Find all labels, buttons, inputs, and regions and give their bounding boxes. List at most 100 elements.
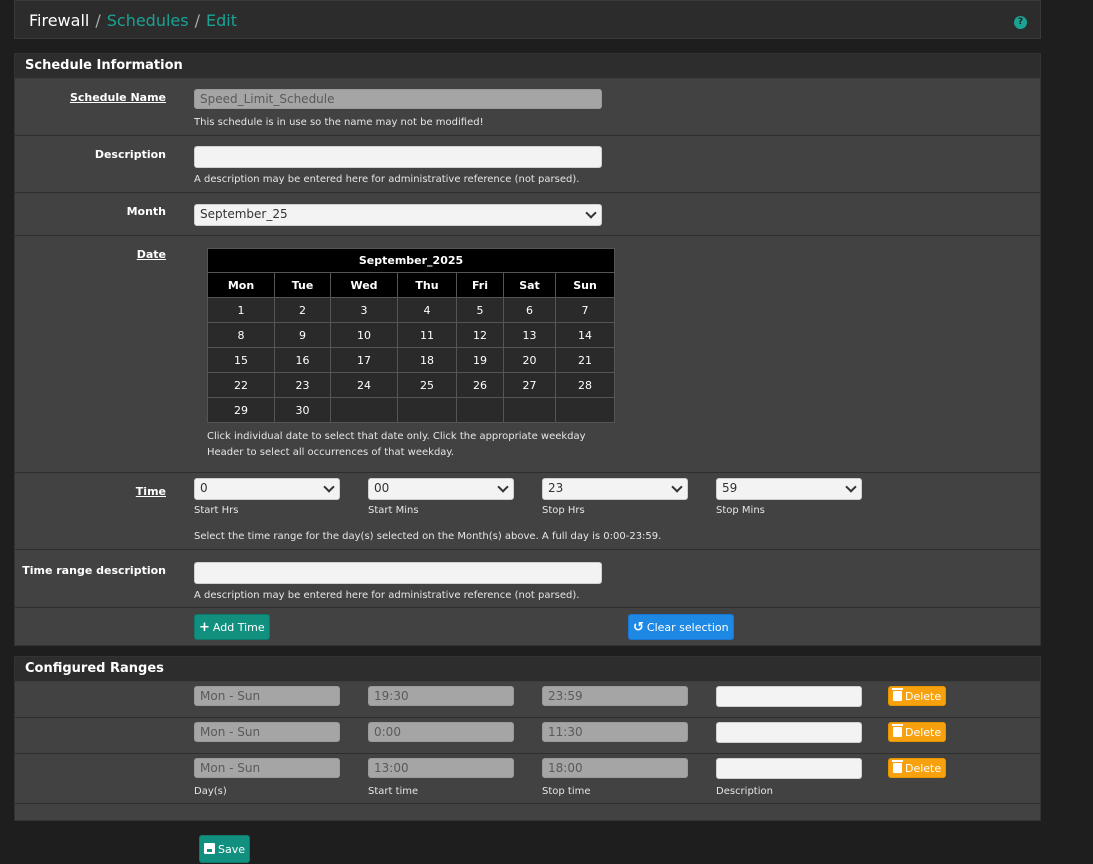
delete-range-button[interactable]: Delete	[888, 722, 947, 742]
calendar-day[interactable]: 22	[207, 372, 275, 398]
weekday-header-mon[interactable]: Mon	[207, 272, 275, 298]
clear-selection-button[interactable]: ↺ Clear selection	[628, 614, 734, 640]
calendar-day[interactable]: 17	[330, 347, 398, 373]
calendar-day[interactable]: 30	[274, 397, 331, 423]
calendar-day[interactable]: 10	[330, 322, 398, 348]
calendar-day[interactable]: 2	[274, 297, 331, 323]
schedule-name-input: Speed_Limit_Schedule	[194, 89, 602, 109]
calendar-day[interactable]: 24	[330, 372, 398, 398]
schedule-name-row: Schedule Name Speed_Limit_Schedule This …	[15, 79, 1040, 136]
calendar-day[interactable]: 7	[555, 297, 615, 323]
stop-hrs-caption: Stop Hrs	[542, 505, 585, 516]
configured-ranges-panel: Configured Ranges Mon - Sun 19:30 23:59 …	[14, 656, 1041, 821]
weekday-header-thu[interactable]: Thu	[397, 272, 457, 298]
weekday-header-fri[interactable]: Fri	[456, 272, 504, 298]
calendar-day[interactable]: 18	[397, 347, 457, 373]
calendar-day[interactable]: 28	[555, 372, 615, 398]
weekday-header-wed[interactable]: Wed	[330, 272, 398, 298]
calendar-week: 15 16 17 18 19 20 21	[207, 347, 615, 373]
calendar-day[interactable]: 4	[397, 297, 457, 323]
question-icon[interactable]: ?	[1014, 16, 1027, 29]
calendar-day[interactable]: 1	[207, 297, 275, 323]
add-time-label: Add Time	[212, 621, 265, 634]
breadcrumb-firewall: Firewall	[29, 11, 90, 30]
stop-mins-select[interactable]: 59	[716, 478, 862, 500]
breadcrumb-separator: /	[194, 11, 200, 30]
calendar-day[interactable]: 29	[207, 397, 275, 423]
description-column-caption: Description	[716, 786, 773, 797]
start-time-column-caption: Start time	[368, 786, 419, 797]
month-select-value: September_25	[200, 207, 288, 221]
calendar-day[interactable]: 16	[274, 347, 331, 373]
start-hrs-select[interactable]: 0	[194, 478, 340, 500]
delete-range-button[interactable]: Delete	[888, 686, 947, 706]
calendar-day[interactable]: 8	[207, 322, 275, 348]
breadcrumb-edit-link[interactable]: Edit	[206, 11, 237, 30]
calendar-table: September_2025 Mon Tue Wed Thu Fri Sat S…	[207, 248, 615, 423]
range-description-input[interactable]	[716, 722, 862, 743]
calendar-day[interactable]: 27	[503, 372, 556, 398]
clear-selection-label: Clear selection	[646, 621, 729, 634]
month-row: Month September_25	[15, 193, 1040, 236]
start-mins-select[interactable]: 00	[368, 478, 514, 500]
breadcrumb-schedules-link[interactable]: Schedules	[107, 11, 189, 30]
calendar-day[interactable]: 13	[503, 322, 556, 348]
start-mins-caption: Start Mins	[368, 505, 419, 516]
time-actions-row: + Add Time ↺ Clear selection	[15, 608, 1040, 646]
time-range-description-input[interactable]	[194, 562, 602, 584]
calendar-day[interactable]: 6	[503, 297, 556, 323]
calendar-day[interactable]: 3	[330, 297, 398, 323]
stop-hrs-select[interactable]: 23	[542, 478, 688, 500]
calendar-day[interactable]: 12	[456, 322, 504, 348]
calendar-day[interactable]: 21	[555, 347, 615, 373]
calendar-day[interactable]: 15	[207, 347, 275, 373]
range-days-input: Mon - Sun	[194, 686, 340, 706]
calendar-day[interactable]: 23	[274, 372, 331, 398]
save-button[interactable]: Save	[199, 835, 251, 863]
calendar-day[interactable]: 25	[397, 372, 457, 398]
calendar-day[interactable]: 26	[456, 372, 504, 398]
delete-range-button[interactable]: Delete	[888, 758, 947, 778]
calendar-day[interactable]: 11	[397, 322, 457, 348]
breadcrumb: Firewall / Schedules / Edit	[29, 11, 237, 30]
calendar-day[interactable]: 5	[456, 297, 504, 323]
trash-icon	[892, 760, 903, 773]
range-description-input[interactable]	[716, 758, 862, 779]
range-stop-input: 18:00	[542, 758, 688, 778]
stop-hrs-value: 23	[548, 481, 564, 495]
trash-icon	[892, 688, 903, 701]
chevron-down-icon	[845, 481, 857, 493]
weekday-header-sun[interactable]: Sun	[555, 272, 615, 298]
time-range-description-row: Time range description A description may…	[15, 550, 1040, 608]
chevron-down-icon	[323, 481, 335, 493]
time-label: Time	[135, 485, 166, 498]
save-label: Save	[218, 843, 246, 856]
weekday-header-tue[interactable]: Tue	[274, 272, 331, 298]
delete-label: Delete	[905, 726, 942, 739]
calendar-week: 22 23 24 25 26 27 28	[207, 372, 615, 398]
month-select[interactable]: September_25	[194, 204, 602, 226]
calendar-week: 1 2 3 4 5 6 7	[207, 297, 615, 323]
description-input[interactable]	[194, 146, 602, 168]
range-description-input[interactable]	[716, 686, 862, 707]
calendar-day[interactable]: 19	[456, 347, 504, 373]
description-help: A description may be entered here for ad…	[194, 174, 580, 185]
stop-mins-value: 59	[722, 481, 738, 495]
start-mins-value: 00	[374, 481, 390, 495]
schedule-information-panel: Schedule Information Schedule Name Speed…	[14, 53, 1041, 646]
start-hrs-caption: Start Hrs	[194, 505, 239, 516]
time-row: Time 0 00 23 59 Start Hrs Start Mins Sto…	[15, 473, 1040, 550]
stop-time-column-caption: Stop time	[542, 786, 591, 797]
calendar-week: 8 9 10 11 12 13 14	[207, 322, 615, 348]
calendar-day[interactable]: 14	[555, 322, 615, 348]
calendar-day[interactable]: 9	[274, 322, 331, 348]
date-label: Date	[136, 248, 166, 261]
plus-icon: +	[199, 620, 210, 635]
stop-mins-caption: Stop Mins	[716, 505, 765, 516]
calendar-day[interactable]: 20	[503, 347, 556, 373]
add-time-button[interactable]: + Add Time	[194, 614, 270, 640]
weekday-header-sat[interactable]: Sat	[503, 272, 556, 298]
breadcrumb-separator: /	[95, 11, 101, 30]
range-start-input: 0:00	[368, 722, 514, 742]
calendar-day-empty	[397, 397, 457, 423]
